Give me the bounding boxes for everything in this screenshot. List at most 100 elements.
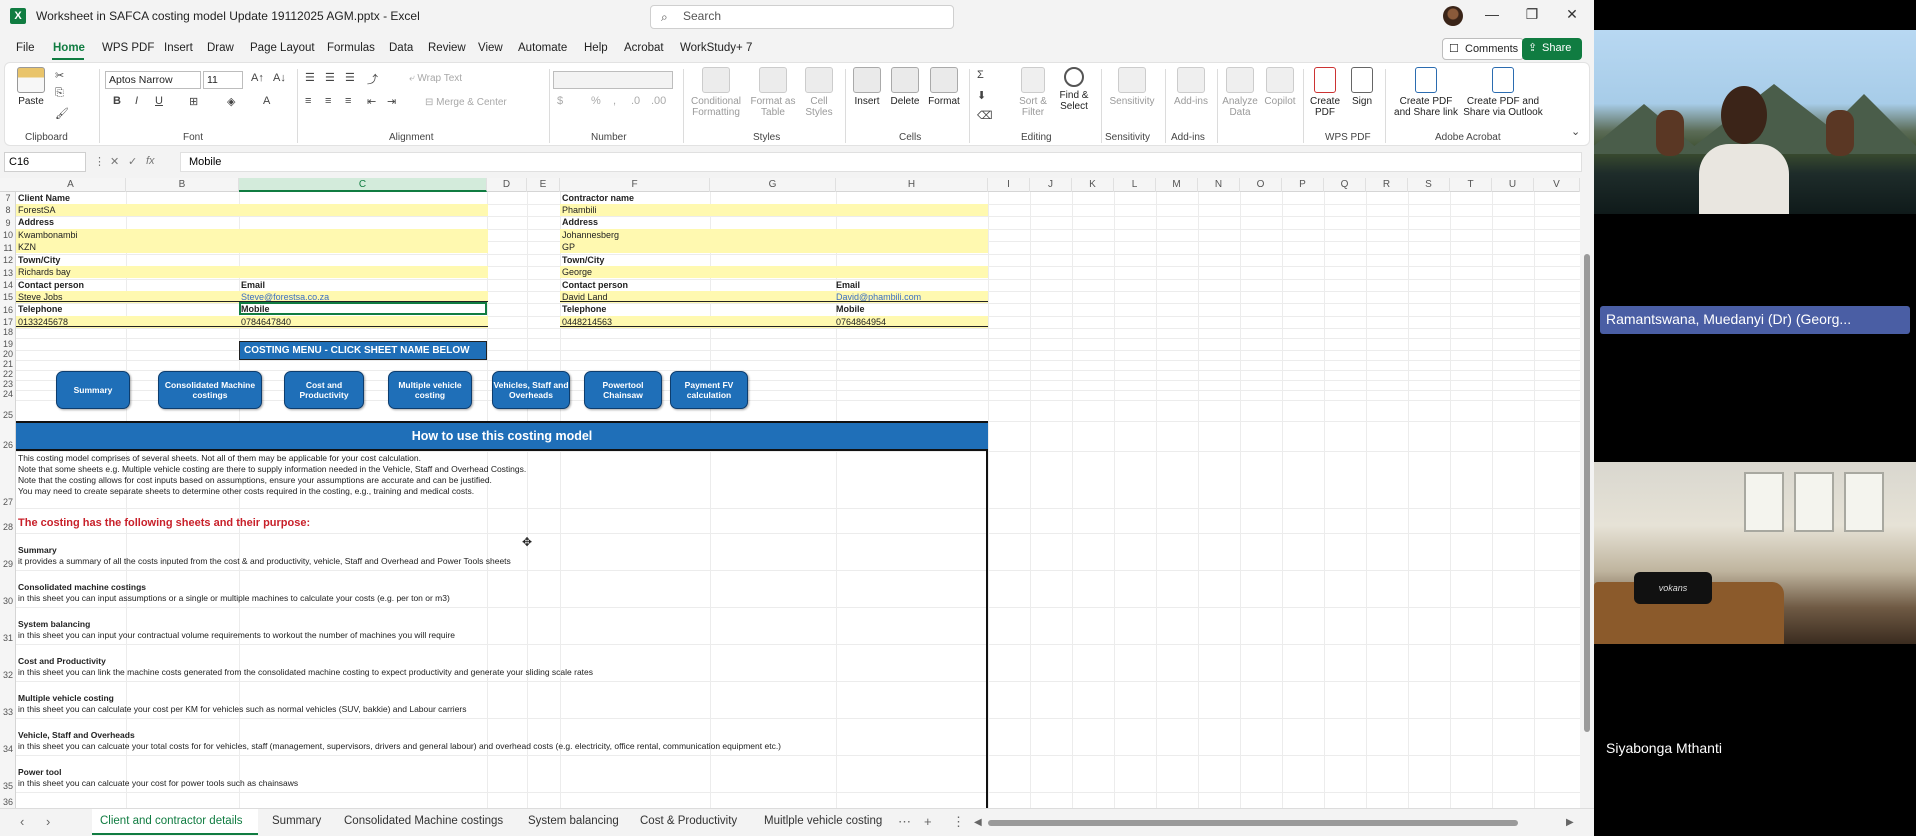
align-top-icon[interactable]: ☰ xyxy=(305,71,315,84)
row-header[interactable]: 15 xyxy=(0,292,16,302)
paste-button[interactable]: Paste xyxy=(13,67,49,107)
tab-options-icon[interactable]: ⋮ xyxy=(952,814,965,830)
decimal-increase-icon[interactable]: .0 xyxy=(631,95,640,107)
row-header[interactable]: 28 xyxy=(0,522,16,532)
name-box[interactable]: C16 xyxy=(4,152,86,172)
participant-video-2[interactable]: vokans xyxy=(1594,462,1916,644)
horizontal-scrollbar[interactable] xyxy=(988,818,1568,828)
scroll-left-icon[interactable]: ◀ xyxy=(974,817,982,828)
more-tabs-icon[interactable]: ⋯ xyxy=(898,814,911,830)
copy-icon[interactable]: ⎘ xyxy=(55,87,64,100)
more-icon[interactable]: ⋮ xyxy=(94,155,105,168)
nav-payment-fv-button[interactable]: Payment FV calculation xyxy=(670,371,748,409)
menu-page-layout[interactable]: Page Layout xyxy=(250,42,315,54)
row-header[interactable]: 18 xyxy=(0,327,16,337)
client-town[interactable]: Richards bay xyxy=(18,266,71,278)
vertical-scroll-thumb[interactable] xyxy=(1584,254,1590,732)
fill-icon[interactable]: ⬇ xyxy=(977,89,986,102)
column-header[interactable]: A xyxy=(16,178,126,192)
minimize-icon[interactable]: — xyxy=(1482,6,1502,22)
increase-indent-icon[interactable]: ⇥ xyxy=(387,95,396,108)
menu-draw[interactable]: Draw xyxy=(207,42,234,54)
worksheet-grid[interactable]: ABCDEFGHIJKLMNOPQRSTUV 7 8 9 10 11 12 13 14 15 16… xyxy=(0,178,1580,808)
row-header[interactable]: 29 xyxy=(0,559,16,569)
decrease-font-icon[interactable]: A↓ xyxy=(273,72,286,84)
nav-summary-button[interactable]: Summary xyxy=(56,371,130,409)
menu-insert[interactable]: Insert xyxy=(164,42,193,54)
row-header[interactable]: 36 xyxy=(0,797,16,807)
nav-cost-productivity-button[interactable]: Cost and Productivity xyxy=(284,371,364,409)
borders-icon[interactable]: ⊞ xyxy=(189,95,198,108)
horizontal-scroll-thumb[interactable] xyxy=(988,820,1518,826)
client-address1[interactable]: Kwambonambi xyxy=(18,229,78,241)
column-header[interactable]: I xyxy=(988,178,1030,192)
decimal-decrease-icon[interactable]: .00 xyxy=(651,95,666,107)
participant-video-1[interactable] xyxy=(1594,30,1916,214)
tab-summary[interactable]: Summary xyxy=(272,815,321,827)
column-header[interactable]: F xyxy=(560,178,710,192)
row-header[interactable]: 22 xyxy=(0,369,16,379)
menu-formulas[interactable]: Formulas xyxy=(327,42,375,54)
column-header[interactable]: P xyxy=(1282,178,1324,192)
row-header[interactable]: 21 xyxy=(0,359,16,369)
tab-next-icon[interactable]: › xyxy=(46,814,50,829)
selected-cell[interactable] xyxy=(239,302,487,315)
column-header[interactable]: G xyxy=(710,178,836,192)
row-header[interactable]: 34 xyxy=(0,744,16,754)
row-header[interactable]: 8 xyxy=(0,205,16,215)
column-header[interactable]: Q xyxy=(1324,178,1366,192)
sort-filter-button[interactable]: Sort & Filter xyxy=(1015,67,1051,118)
sensitivity-button[interactable]: Sensitivity xyxy=(1105,67,1159,107)
sign-button[interactable]: Sign xyxy=(1347,67,1377,107)
tab-client-contractor[interactable]: Client and contractor details xyxy=(100,815,243,827)
vertical-scrollbar[interactable] xyxy=(1580,178,1594,808)
orientation-icon[interactable]: ⤴ xyxy=(367,71,378,87)
row-header[interactable]: 27 xyxy=(0,497,16,507)
scroll-right-icon[interactable]: ▶ xyxy=(1566,817,1574,828)
column-header[interactable]: M xyxy=(1156,178,1198,192)
percent-icon[interactable]: % xyxy=(591,95,601,107)
align-middle-icon[interactable]: ☰ xyxy=(325,71,335,84)
decrease-indent-icon[interactable]: ⇤ xyxy=(367,95,376,108)
font-size-select[interactable]: 11 xyxy=(203,71,243,89)
column-header[interactable]: C xyxy=(239,178,487,192)
row-header[interactable]: 16 xyxy=(0,305,16,315)
column-header[interactable]: N xyxy=(1198,178,1240,192)
enter-icon[interactable]: ✓ xyxy=(128,155,137,168)
row-header[interactable]: 31 xyxy=(0,633,16,643)
client-name[interactable]: ForestSA xyxy=(18,204,56,216)
addins-button[interactable]: Add-ins xyxy=(1171,67,1211,107)
contractor-address1[interactable]: Johannesberg xyxy=(562,229,619,241)
share-button[interactable]: ⇪ Share xyxy=(1522,38,1582,60)
increase-font-icon[interactable]: A↑ xyxy=(251,72,264,84)
client-address2[interactable]: KZN xyxy=(18,241,36,253)
font-name-select[interactable]: Aptos Narrow xyxy=(105,71,201,89)
contractor-address2[interactable]: GP xyxy=(562,241,575,253)
nav-consolidated-machine-button[interactable]: Consolidated Machine costings xyxy=(158,371,262,409)
tab-system-balancing[interactable]: System balancing xyxy=(528,815,619,827)
merge-center-button[interactable]: ⊟ Merge & Center xyxy=(425,97,507,108)
row-header[interactable]: 20 xyxy=(0,349,16,359)
add-sheet-icon[interactable]: + xyxy=(924,814,932,829)
function-icon[interactable]: fx xyxy=(146,155,155,167)
format-painter-icon[interactable]: 🖌 xyxy=(55,107,69,120)
column-header[interactable]: L xyxy=(1114,178,1156,192)
row-header[interactable]: 32 xyxy=(0,670,16,680)
cancel-icon[interactable]: ✕ xyxy=(110,155,119,168)
italic-icon[interactable]: I xyxy=(135,95,138,107)
cell-styles-button[interactable]: Cell Styles xyxy=(801,67,837,118)
conditional-formatting-button[interactable]: Conditional Formatting xyxy=(689,67,743,118)
contractor-town[interactable]: George xyxy=(562,266,592,278)
row-header[interactable]: 30 xyxy=(0,596,16,606)
menu-wps-pdf[interactable]: WPS PDF xyxy=(102,42,154,54)
tab-cost-productivity[interactable]: Cost & Productivity xyxy=(640,815,737,827)
column-header[interactable]: O xyxy=(1240,178,1282,192)
menu-home[interactable]: Home xyxy=(53,42,85,54)
row-header[interactable]: 25 xyxy=(0,410,16,420)
row-header[interactable]: 9 xyxy=(0,218,16,228)
tab-prev-icon[interactable]: ‹ xyxy=(20,814,24,829)
column-header[interactable]: U xyxy=(1492,178,1534,192)
copilot-button[interactable]: Copilot xyxy=(1261,67,1299,107)
insert-cells-button[interactable]: Insert xyxy=(851,67,883,107)
row-header[interactable]: 14 xyxy=(0,280,16,290)
